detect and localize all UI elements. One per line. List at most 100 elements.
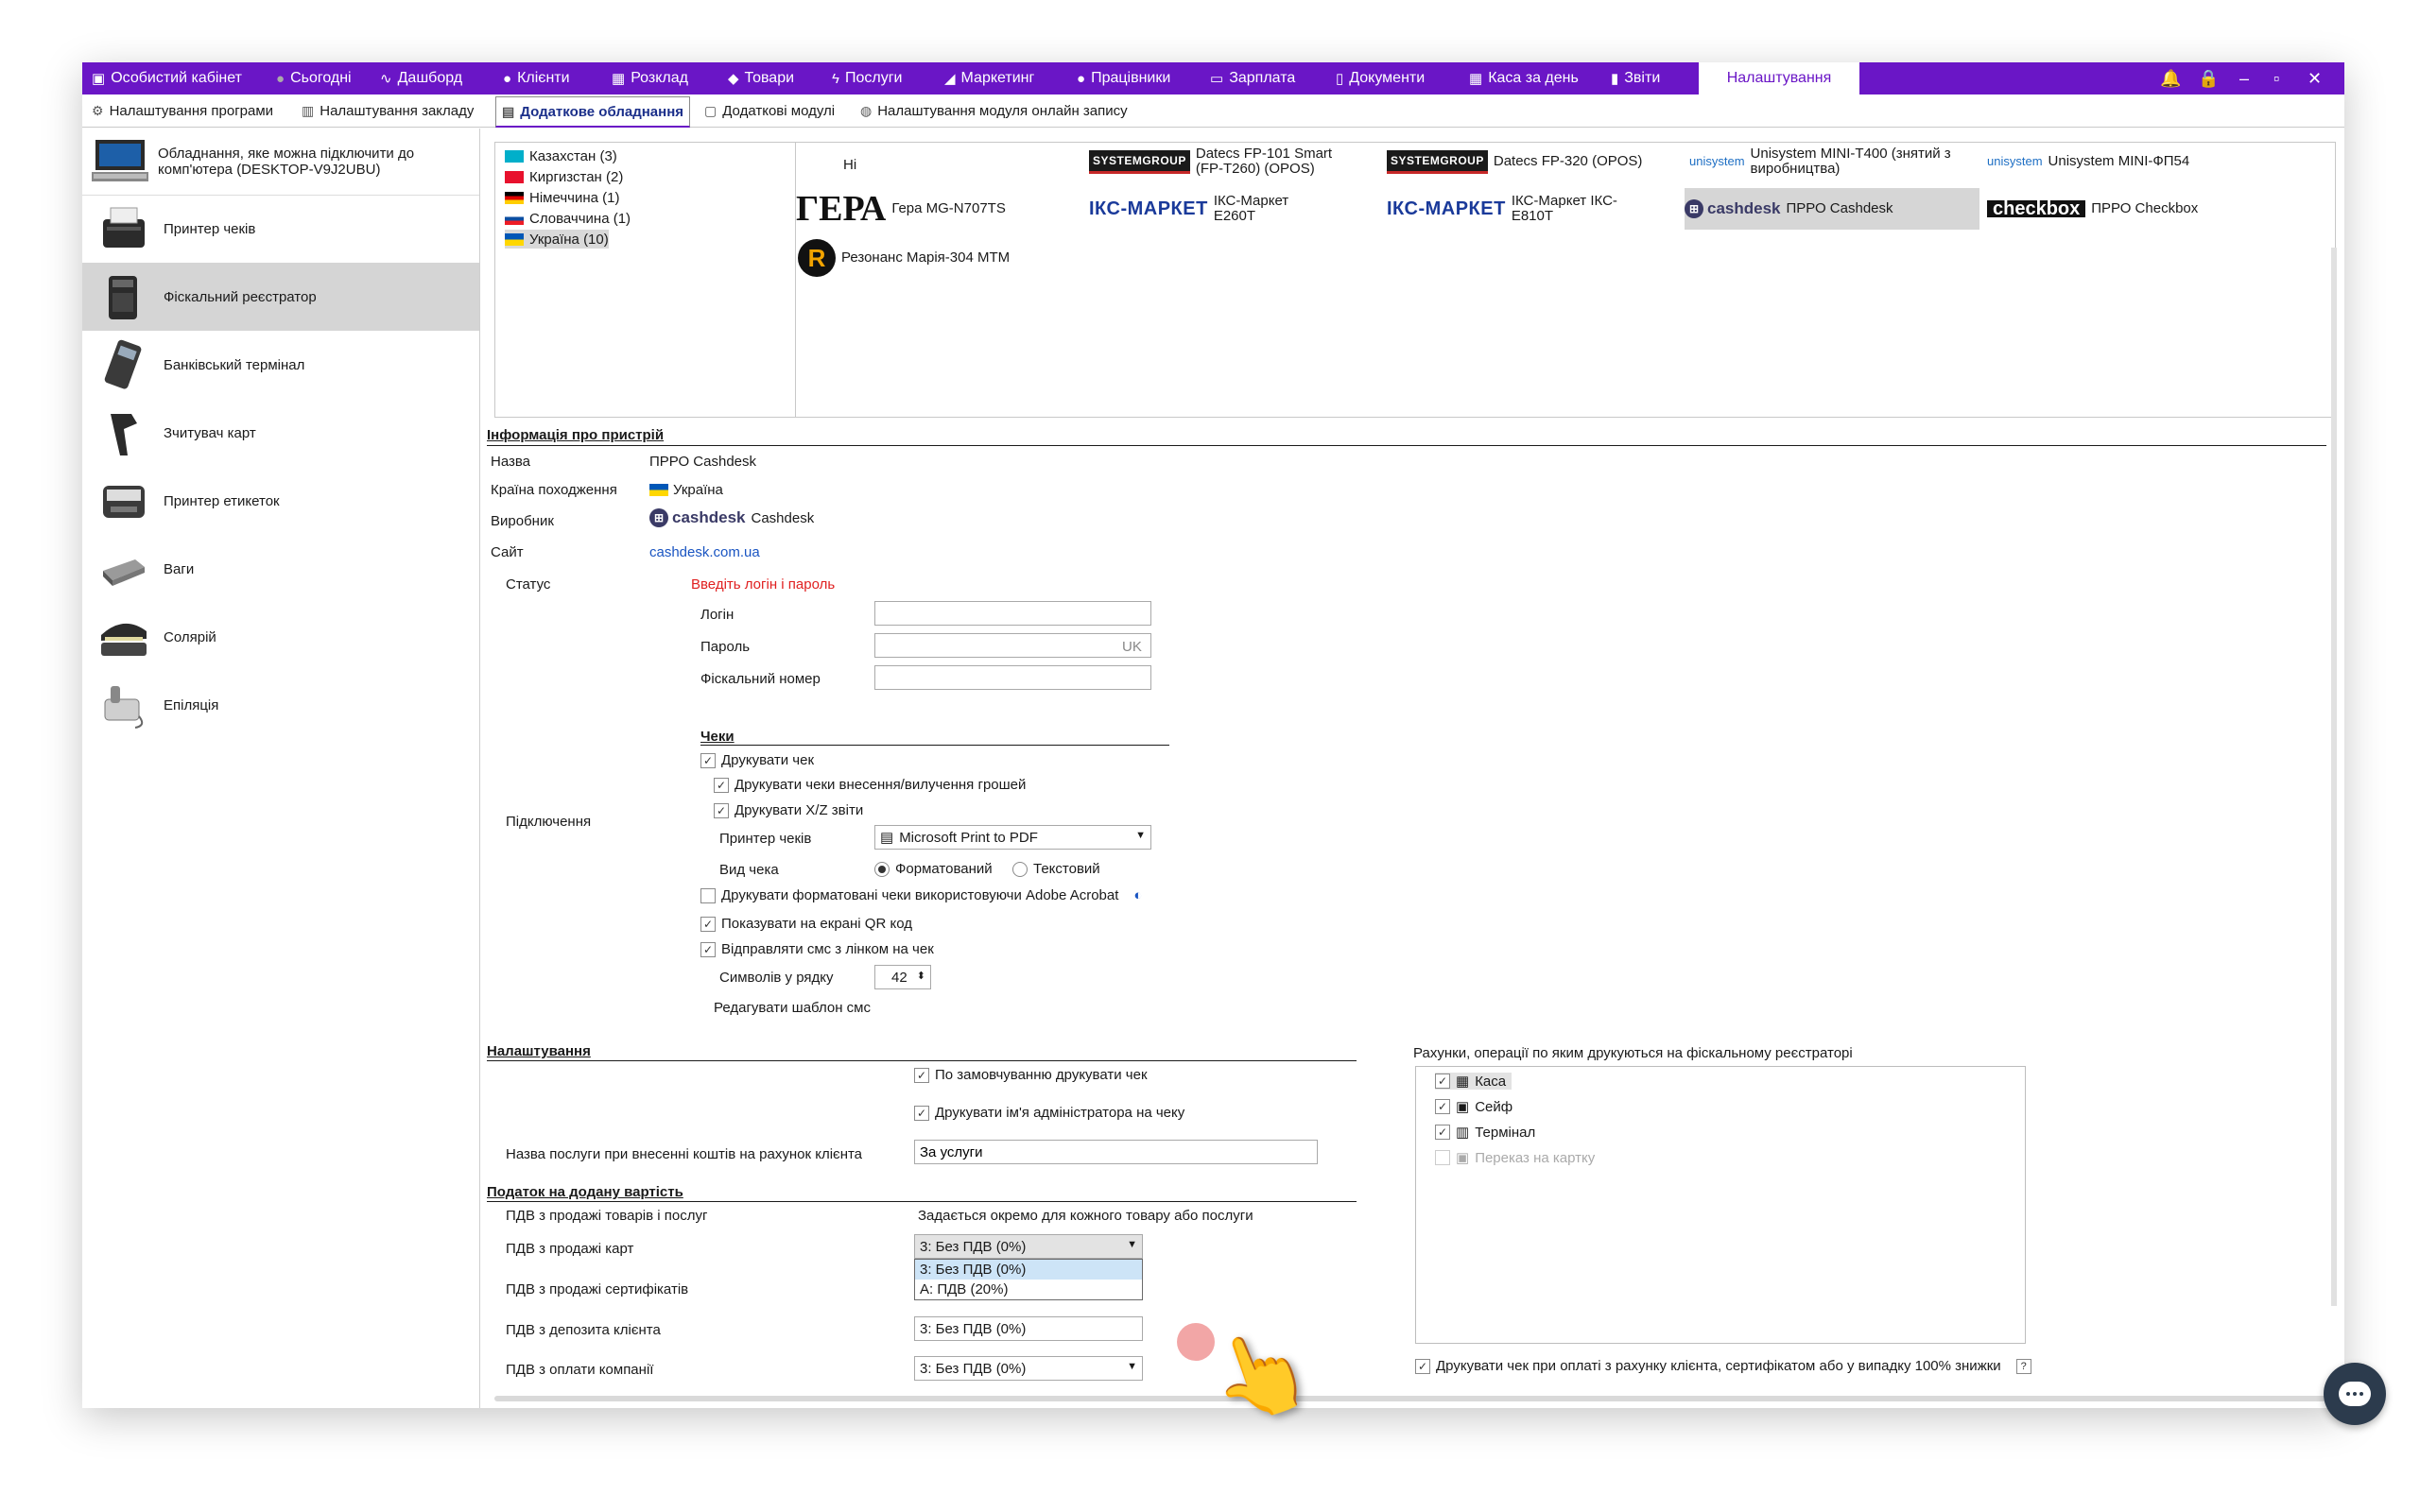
model-datecs-fp101[interactable]: SYSTEMGROUP Datecs FP-101 Smart (FP-T260)… <box>1089 143 1373 180</box>
checkmark-icon: ✓ <box>700 916 716 932</box>
print-receipt-checkbox[interactable]: ✓ Друкувати чек <box>700 752 814 768</box>
device-fiscal-registrar[interactable]: Фіскальний реєстратор <box>82 263 479 331</box>
device-scales[interactable]: Ваги <box>82 535 479 603</box>
tab-venue-settings[interactable]: ▥ Налаштування закладу <box>302 98 474 123</box>
view-text-radio[interactable]: Текстовий <box>1012 861 1100 877</box>
device-solarium[interactable]: Солярій <box>82 603 479 671</box>
edit-sms-template-link[interactable]: Редагувати шаблон смс <box>714 1000 871 1016</box>
nav-reports[interactable]: ▮ Звіти <box>1611 62 1682 94</box>
help-icon[interactable]: ? <box>2015 1358 2031 1374</box>
nav-services[interactable]: ϟ Послуги <box>832 62 917 94</box>
nav-daily-cash[interactable]: ▦ Каса за день <box>1469 62 1587 94</box>
vat-deposit-select[interactable]: 3: Без ПДВ (0%) <box>914 1316 1143 1341</box>
restore-button[interactable]: ▫ <box>2273 62 2279 94</box>
model-datecs-fp320[interactable]: SYSTEMGROUP Datecs FP-320 (OPOS) <box>1387 143 1642 180</box>
checkmark-icon: ✓ <box>914 1067 929 1083</box>
bolt-icon: ϟ <box>832 70 839 87</box>
device-epilation[interactable]: Епіляція <box>82 671 479 739</box>
vat-company-select[interactable]: 3: Без ПДВ (0%) ▼ <box>914 1356 1143 1381</box>
device-receipt-printer[interactable]: Принтер чеків <box>82 195 479 263</box>
login-input[interactable] <box>874 601 1151 626</box>
iks-market-logo: ІКС-МАРКЕТ <box>1089 198 1208 219</box>
model-rezonans-maria[interactable]: R Резонанс Марія-304 МТМ <box>798 239 1010 277</box>
tab-additional-modules[interactable]: ▢ Додаткові модулі <box>704 98 835 123</box>
fiscal-number-input[interactable] <box>874 665 1151 690</box>
pulse-icon: ∿ <box>380 71 392 87</box>
vertical-scrollbar[interactable] <box>2331 248 2337 1306</box>
model-prro-checkbox[interactable]: checkbox ПРРО Checkbox <box>1987 190 2198 228</box>
print-xz-checkbox[interactable]: ✓ Друкувати X/Z звіти <box>714 802 863 818</box>
divider <box>700 745 1169 746</box>
horizontal-scrollbar[interactable] <box>494 1396 2347 1401</box>
view-formatted-radio[interactable]: Форматований <box>874 861 993 877</box>
receipt-printer-select[interactable]: ▤ Microsoft Print to PDF ▼ <box>874 825 1151 850</box>
top-nav: ▣ Особистий кабінет ● Сьогодні ∿ Дашборд ● К… <box>82 62 2344 94</box>
checkbox-empty-icon <box>1435 1150 1450 1165</box>
account-item-card-transfer[interactable]: ▣ Переказ на картку <box>1435 1149 1595 1166</box>
nav-personal-cabinet[interactable]: ▣ Особистий кабінет <box>92 62 271 94</box>
country-item-selected[interactable]: Україна (10) <box>505 230 609 249</box>
nav-employees[interactable]: ● Працівники <box>1077 62 1185 94</box>
default-print-checkbox[interactable]: ✓ По замовчуванню друкувати чек <box>914 1067 1148 1083</box>
nav-goods[interactable]: ◆ Товари <box>728 62 813 94</box>
nav-marketing[interactable]: ◢ Маркетинг <box>944 62 1048 94</box>
bell-icon[interactable]: 🔔 <box>2160 62 2181 94</box>
radio-icon <box>1012 861 1028 877</box>
model-unisystem-fp54[interactable]: unisystem Unisystem MINI-ФП54 <box>1987 143 2189 180</box>
model-prro-cashdesk[interactable]: ⊞ cashdesk ПРРО Cashdesk <box>1685 188 1979 230</box>
model-iks-e810t[interactable]: ІКС-МАРКЕТ ІКС-Маркет ІКС-E810T <box>1387 190 1670 228</box>
checkmark-icon: ✓ <box>1435 1099 1450 1114</box>
accounts-heading: Рахунки, операції по яким друкуються на … <box>1413 1045 1853 1061</box>
account-item-kasa[interactable]: ✓ ▦ Каса <box>1435 1073 1512 1090</box>
nav-schedule[interactable]: ▦ Розклад <box>612 62 706 94</box>
tab-online-booking-settings[interactable]: ◍ Налаштування модуля онлайн запису <box>860 98 1128 123</box>
print-cash-ops-checkbox[interactable]: ✓ Друкувати чеки внесення/вилучення гроше… <box>714 777 1026 793</box>
nav-documents[interactable]: ▯ Документи <box>1336 62 1444 94</box>
qr-checkbox[interactable]: ✓ Показувати на екрані QR код <box>700 916 912 932</box>
tab-additional-equipment[interactable]: ▤ Додаткове обладнання <box>495 96 691 128</box>
device-card-reader[interactable]: Зчитувач карт <box>82 399 479 467</box>
vat-option-20[interactable]: А: ПДВ (20%) <box>915 1280 1142 1299</box>
lock-icon[interactable]: 🔒 <box>2198 62 2219 94</box>
model-gera-mg-n707ts[interactable]: ГЕРА Гера MG-N707TS <box>796 190 1006 228</box>
account-item-safe[interactable]: ✓ ▣ Сейф <box>1435 1098 1512 1115</box>
country-label: Країна походження <box>491 482 617 498</box>
model-none[interactable]: Ні <box>843 146 856 184</box>
tab-program-settings[interactable]: ⚙ Налаштування програми <box>92 98 273 123</box>
status-label: Статус <box>506 576 551 593</box>
country-item[interactable]: Казахстан (3) <box>505 146 617 165</box>
vat-deposit-label: ПДВ з депозита клієнта <box>506 1322 661 1338</box>
nav-dashboard[interactable]: ∿ Дашборд <box>380 62 484 94</box>
vat-cards-select[interactable]: 3: Без ПДВ (0%) ▼ <box>914 1234 1143 1259</box>
service-name-input[interactable] <box>914 1140 1318 1164</box>
account-item-terminal[interactable]: ✓ ▥ Термінал <box>1435 1124 1535 1141</box>
info-icon[interactable]: ◐ <box>1133 887 1142 903</box>
country-item[interactable]: Словаччина (1) <box>505 209 631 228</box>
password-input[interactable] <box>874 633 1151 658</box>
model-unisystem-t400[interactable]: unisystem Unisystem MINI-T400 (знятий з в… <box>1689 143 1973 180</box>
device-bank-terminal[interactable]: Банківський термінал <box>82 331 479 399</box>
acrobat-checkbox[interactable]: Друкувати форматовані чеки використовуюч… <box>700 887 1142 903</box>
print-admin-checkbox[interactable]: ✓ Друкувати ім'я адміністратора на чеку <box>914 1105 1184 1121</box>
settings-heading: Налаштування <box>487 1043 591 1059</box>
chars-per-line-stepper[interactable]: 42 ⬍ <box>874 965 931 989</box>
nav-salary[interactable]: ▭ Зарплата <box>1210 62 1309 94</box>
site-label: Сайт <box>491 544 524 560</box>
vat-option-no-vat[interactable]: 3: Без ПДВ (0%) <box>915 1260 1142 1280</box>
minimize-button[interactable]: – <box>2239 62 2249 94</box>
nav-settings[interactable]: Налаштування <box>1699 62 1859 94</box>
slovakia-flag-icon <box>505 212 524 225</box>
country-item[interactable]: Німеччина (1) <box>505 188 619 207</box>
print-on-account-payment-checkbox[interactable]: ✓ Друкувати чек при оплаті з рахунку кліє… <box>1415 1358 2031 1374</box>
nav-clients[interactable]: ● Клієнти <box>503 62 593 94</box>
chat-button[interactable] <box>2324 1363 2386 1425</box>
receipt-printer-label: Принтер чеків <box>719 831 812 847</box>
site-link[interactable]: cashdesk.com.ua <box>649 544 760 560</box>
country-item[interactable]: Киргизстан (2) <box>505 167 623 186</box>
close-button[interactable]: ✕ <box>2308 62 2322 94</box>
nav-today[interactable]: ● Сьогодні <box>276 62 371 94</box>
device-label-printer[interactable]: Принтер етикеток <box>82 467 479 535</box>
gera-logo: ГЕРА <box>796 189 887 229</box>
model-iks-e260t[interactable]: ІКС-МАРКЕТ ІКС-Маркет E260T <box>1089 190 1373 228</box>
sms-checkbox[interactable]: ✓ Відправляти смс з лінком на чек <box>700 941 934 957</box>
